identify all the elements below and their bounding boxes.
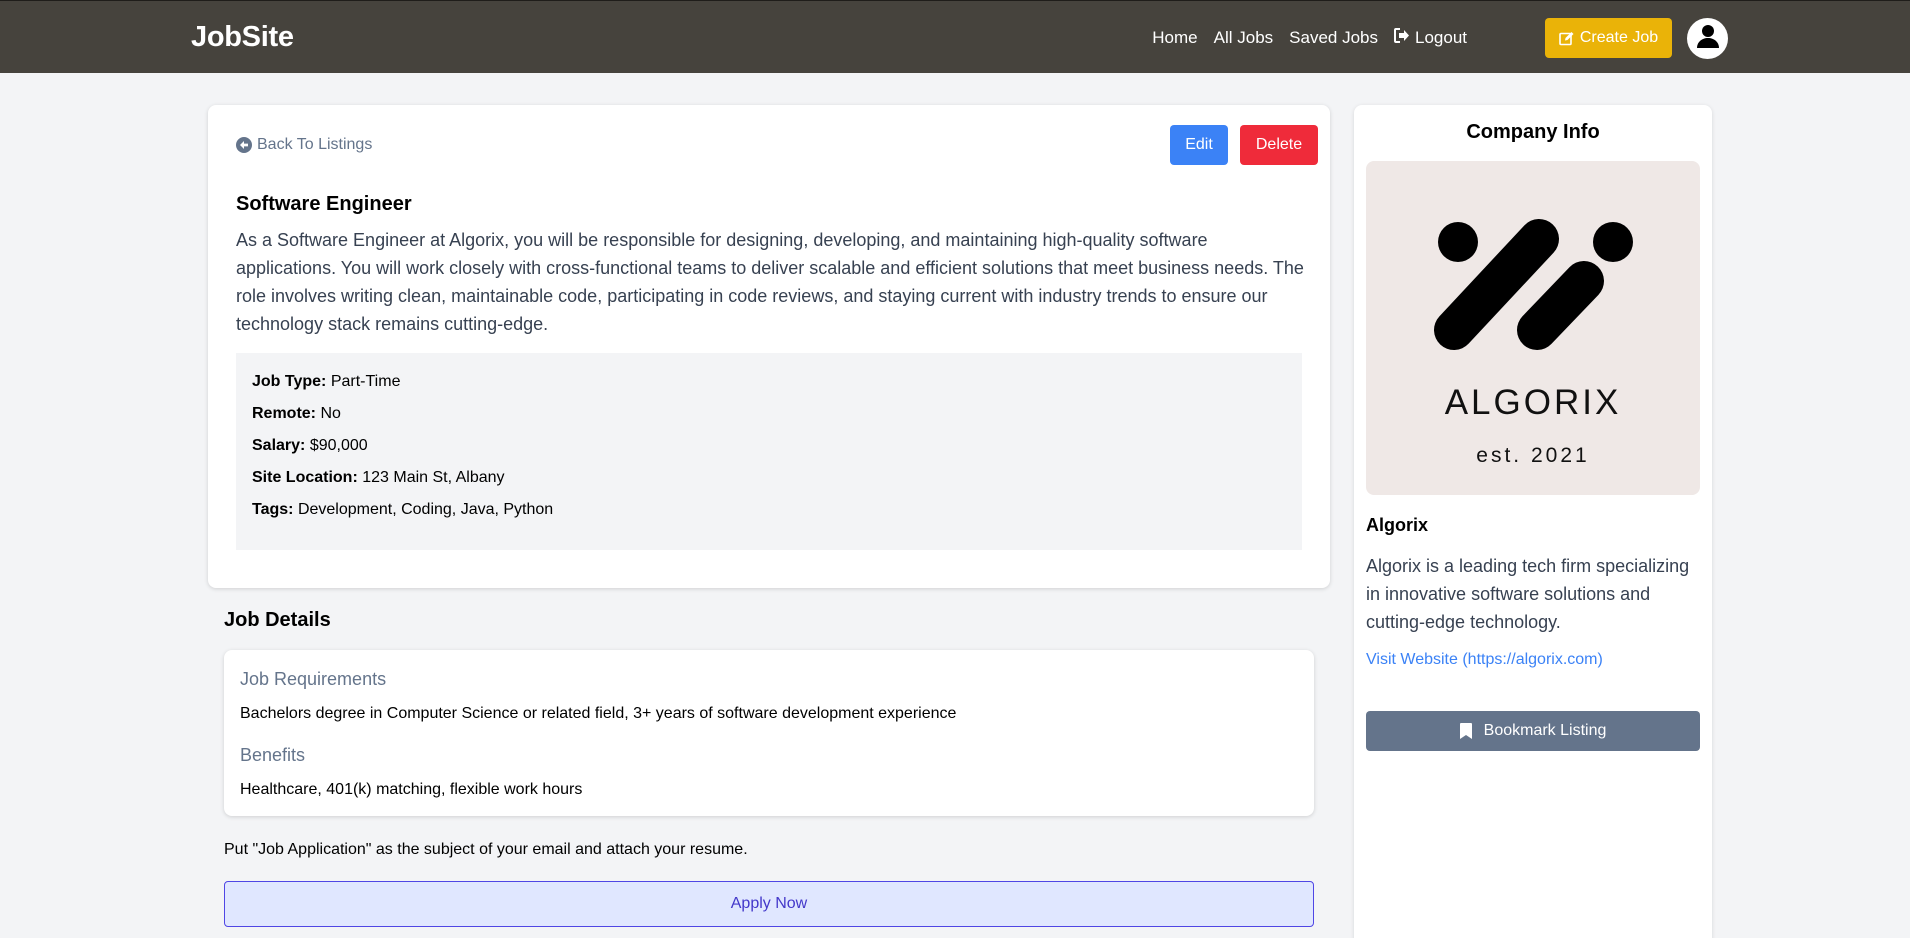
company-info-title: Company Info (1466, 121, 1600, 143)
company-info-card: Company Info ALGORIX est. 2021 Algorix A… (1354, 105, 1712, 938)
apply-now-button[interactable]: Apply Now (224, 881, 1314, 927)
edit-square-icon (1559, 31, 1574, 46)
job-type-line: Job Type: Part-Time (252, 373, 400, 391)
job-type-label: Job Type: (252, 373, 327, 390)
salary-value: $90,000 (309, 437, 368, 454)
logout-label: Logout (1415, 27, 1467, 47)
arrow-circle-left-icon (236, 137, 252, 153)
job-details-title: Job Details (224, 609, 331, 631)
edit-button[interactable]: Edit (1170, 125, 1228, 165)
back-label: Back To Listings (257, 136, 373, 153)
navbar: JobSite Home All Jobs Saved Jobs Logout … (0, 0, 1910, 73)
site-location-line: Site Location: 123 Main St, Albany (252, 469, 505, 487)
bookmark-label: Bookmark Listing (1483, 722, 1607, 739)
job-info-box: Job Type: Part-Time Remote: No Salary: $… (236, 353, 1302, 550)
job-description: As a Software Engineer at Algorix, you w… (236, 230, 1304, 334)
logo-established: est. 2021 (1476, 444, 1590, 467)
remote-label: Remote: (252, 405, 317, 422)
job-type-value: Part-Time (330, 373, 401, 390)
nav-home-link[interactable]: Home (1152, 28, 1197, 48)
nav-saved-jobs-link[interactable]: Saved Jobs (1289, 28, 1378, 48)
requirements-heading: Job Requirements (240, 669, 387, 689)
tags-value: Development, Coding, Java, Python (297, 501, 554, 518)
tags-label: Tags: (252, 501, 294, 518)
job-listing-card: Back To Listings Edit Delete Software En… (208, 105, 1330, 588)
nav-links: Home All Jobs Saved Jobs Logout (1152, 1, 1483, 74)
company-logo: ALGORIX est. 2021 (1366, 161, 1700, 495)
visit-website-link[interactable]: Visit Website (https://algorix.com) (1366, 651, 1603, 669)
benefits-text: Healthcare, 401(k) matching, flexible wo… (240, 781, 583, 798)
create-job-button[interactable]: Create Job (1545, 18, 1672, 58)
company-name: Algorix (1366, 515, 1429, 535)
job-details-card: Job Requirements Bachelors degree in Com… (224, 650, 1314, 816)
avatar[interactable] (1687, 18, 1728, 59)
back-to-listings-link[interactable]: Back To Listings (236, 136, 372, 154)
requirements-text: Bachelors degree in Computer Science or … (240, 705, 957, 722)
bookmark-listing-button[interactable]: Bookmark Listing (1366, 711, 1700, 751)
user-icon (1696, 24, 1719, 53)
nav-logout-link[interactable]: Logout (1394, 27, 1467, 48)
logout-icon (1394, 27, 1410, 48)
logo-wordmark: ALGORIX (1444, 383, 1622, 422)
company-description: Algorix is a leading tech firm specializ… (1366, 556, 1690, 632)
apply-instructions: Put "Job Application" as the subject of … (224, 841, 748, 858)
benefits-heading: Benefits (240, 745, 306, 765)
site-location-label: Site Location: (252, 469, 358, 486)
remote-value: No (320, 405, 341, 422)
brand-logo[interactable]: JobSite (191, 21, 294, 54)
delete-button[interactable]: Delete (1240, 125, 1318, 165)
create-job-label: Create Job (1579, 29, 1659, 46)
tags-line: Tags: Development, Coding, Java, Python (252, 501, 553, 519)
site-location-value: 123 Main St, Albany (362, 469, 505, 486)
salary-label: Salary: (252, 437, 306, 454)
salary-line: Salary: $90,000 (252, 437, 368, 455)
remote-line: Remote: No (252, 405, 341, 423)
bookmark-icon (1459, 723, 1472, 739)
job-title: Software Engineer (236, 193, 412, 215)
nav-all-jobs-link[interactable]: All Jobs (1214, 28, 1274, 48)
